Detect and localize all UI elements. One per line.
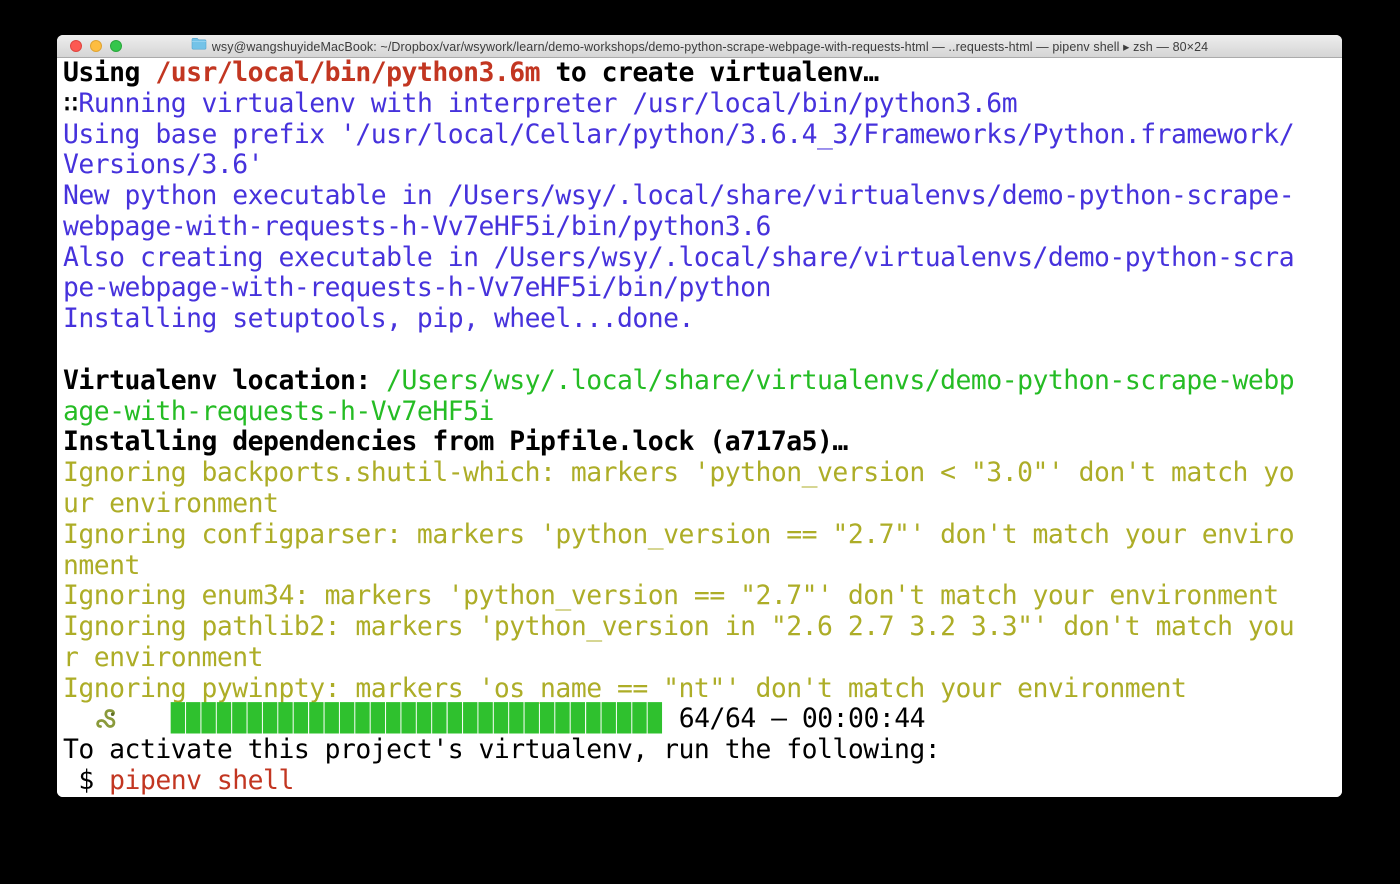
snake-icon [94, 704, 125, 735]
close-button[interactable] [70, 40, 82, 52]
titlebar[interactable]: wsy@wangshuyideMacBook: ~/Dropbox/var/ws… [57, 35, 1342, 58]
terminal-line: Ignoring configparser: markers 'python_v… [63, 520, 1342, 551]
terminal-text-segment: Virtualenv location: [63, 365, 386, 396]
terminal-text-segment: ▉▉▉▉▉▉▉▉▉▉▉▉▉▉▉▉▉▉▉▉▉▉▉▉▉▉▉▉▉▉▉▉ [171, 703, 663, 734]
terminal-text-segment: Using base prefix '/usr/local/Cellar/pyt… [63, 119, 1294, 150]
terminal-line: Using base prefix '/usr/local/Cellar/pyt… [63, 120, 1342, 151]
terminal-line: New python executable in /Users/wsy/.loc… [63, 181, 1342, 212]
terminal-line: Ignoring pywinpty: markers 'os_name == "… [63, 674, 1342, 705]
terminal-text-segment: Versions/3.6' [63, 149, 263, 180]
terminal-text-segment: pe-webpage-with-requests-h-Vv7eHF5i/bin/… [63, 272, 771, 303]
terminal-text-segment: Ignoring pathlib2: markers 'python_versi… [63, 611, 1294, 642]
terminal-line: r environment [63, 643, 1342, 674]
terminal-text-segment: $ [63, 765, 109, 796]
terminal-line: Virtualenv location: /Users/wsy/.local/s… [63, 366, 1342, 397]
terminal-text-segment: New python executable in /Users/wsy/.loc… [63, 180, 1294, 211]
terminal-text-segment: ur environment [63, 488, 278, 519]
terminal-line: Installing dependencies from Pipfile.loc… [63, 427, 1342, 458]
terminal-text-segment: Installing setuptools, pip, wheel...done… [63, 303, 694, 334]
terminal-text-segment: 64/64 — 00:00:44 [663, 703, 925, 734]
terminal-text-segment [63, 703, 94, 734]
terminal-line: Installing setuptools, pip, wheel...done… [63, 304, 1342, 335]
terminal-text-segment: nment [63, 550, 140, 581]
terminal-line: nment [63, 551, 1342, 582]
terminal-text-segment: /Users/wsy/.local/share/virtualenvs/demo… [386, 365, 1294, 396]
zoom-button[interactable] [110, 40, 122, 52]
terminal-text-segment: Ignoring enum34: markers 'python_version… [63, 580, 1279, 611]
terminal-text-segment [125, 703, 171, 734]
folder-icon [191, 37, 207, 55]
terminal-line: Ignoring enum34: markers 'python_version… [63, 581, 1342, 612]
terminal-screen[interactable]: Using /usr/local/bin/python3.6m to creat… [57, 58, 1342, 797]
terminal-text-segment: Ignoring backports.shutil-which: markers… [63, 457, 1294, 488]
terminal-line: webpage-with-requests-h-Vv7eHF5i/bin/pyt… [63, 212, 1342, 243]
terminal-line: pe-webpage-with-requests-h-Vv7eHF5i/bin/… [63, 273, 1342, 304]
terminal-line: ∷Running virtualenv with interpreter /us… [63, 89, 1342, 120]
terminal-text-segment: Installing dependencies from Pipfile.loc… [63, 426, 848, 457]
terminal-text-segment: Using [63, 57, 155, 88]
terminal-line: To activate this project's virtualenv, r… [63, 735, 1342, 766]
terminal-line: ur environment [63, 489, 1342, 520]
window-title: wsy@wangshuyideMacBook: ~/Dropbox/var/ws… [212, 39, 1208, 54]
terminal-line: age-with-requests-h-Vv7eHF5i [63, 397, 1342, 428]
terminal-text-segment: Also creating executable in /Users/wsy/.… [63, 242, 1294, 273]
terminal-text-segment: r environment [63, 642, 263, 673]
terminal-line: Ignoring pathlib2: markers 'python_versi… [63, 612, 1342, 643]
terminal-line: Using /usr/local/bin/python3.6m to creat… [63, 58, 1342, 89]
terminal-text-segment: To activate this project's virtualenv, r… [63, 734, 940, 765]
title-wrap: wsy@wangshuyideMacBook: ~/Dropbox/var/ws… [191, 37, 1208, 55]
terminal-text-segment: webpage-with-requests-h-Vv7eHF5i/bin/pyt… [63, 211, 771, 242]
traffic-lights [70, 40, 122, 52]
terminal-text-segment: to create virtualenv… [540, 57, 879, 88]
terminal-text-segment: pipenv shell [109, 765, 294, 796]
minimize-button[interactable] [90, 40, 102, 52]
terminal-window: wsy@wangshuyideMacBook: ~/Dropbox/var/ws… [57, 35, 1342, 797]
terminal-line: ▉▉▉▉▉▉▉▉▉▉▉▉▉▉▉▉▉▉▉▉▉▉▉▉▉▉▉▉▉▉▉▉ 64/64 —… [63, 704, 1342, 735]
terminal-text-segment: ∷ [63, 88, 78, 119]
terminal-line: Also creating executable in /Users/wsy/.… [63, 243, 1342, 274]
terminal-text-segment: /usr/local/bin/python3.6m [155, 57, 540, 88]
terminal-line: Versions/3.6' [63, 150, 1342, 181]
terminal-text-segment: Ignoring configparser: markers 'python_v… [63, 519, 1294, 550]
terminal-text-segment: Ignoring pywinpty: markers 'os_name == "… [63, 673, 1186, 704]
terminal-line: $ pipenv shell [63, 766, 1342, 797]
terminal-line [63, 335, 1342, 366]
terminal-text-segment: Running virtualenv with interpreter /usr… [78, 88, 1017, 119]
terminal-line: Ignoring backports.shutil-which: markers… [63, 458, 1342, 489]
terminal-text-segment: age-with-requests-h-Vv7eHF5i [63, 396, 494, 427]
